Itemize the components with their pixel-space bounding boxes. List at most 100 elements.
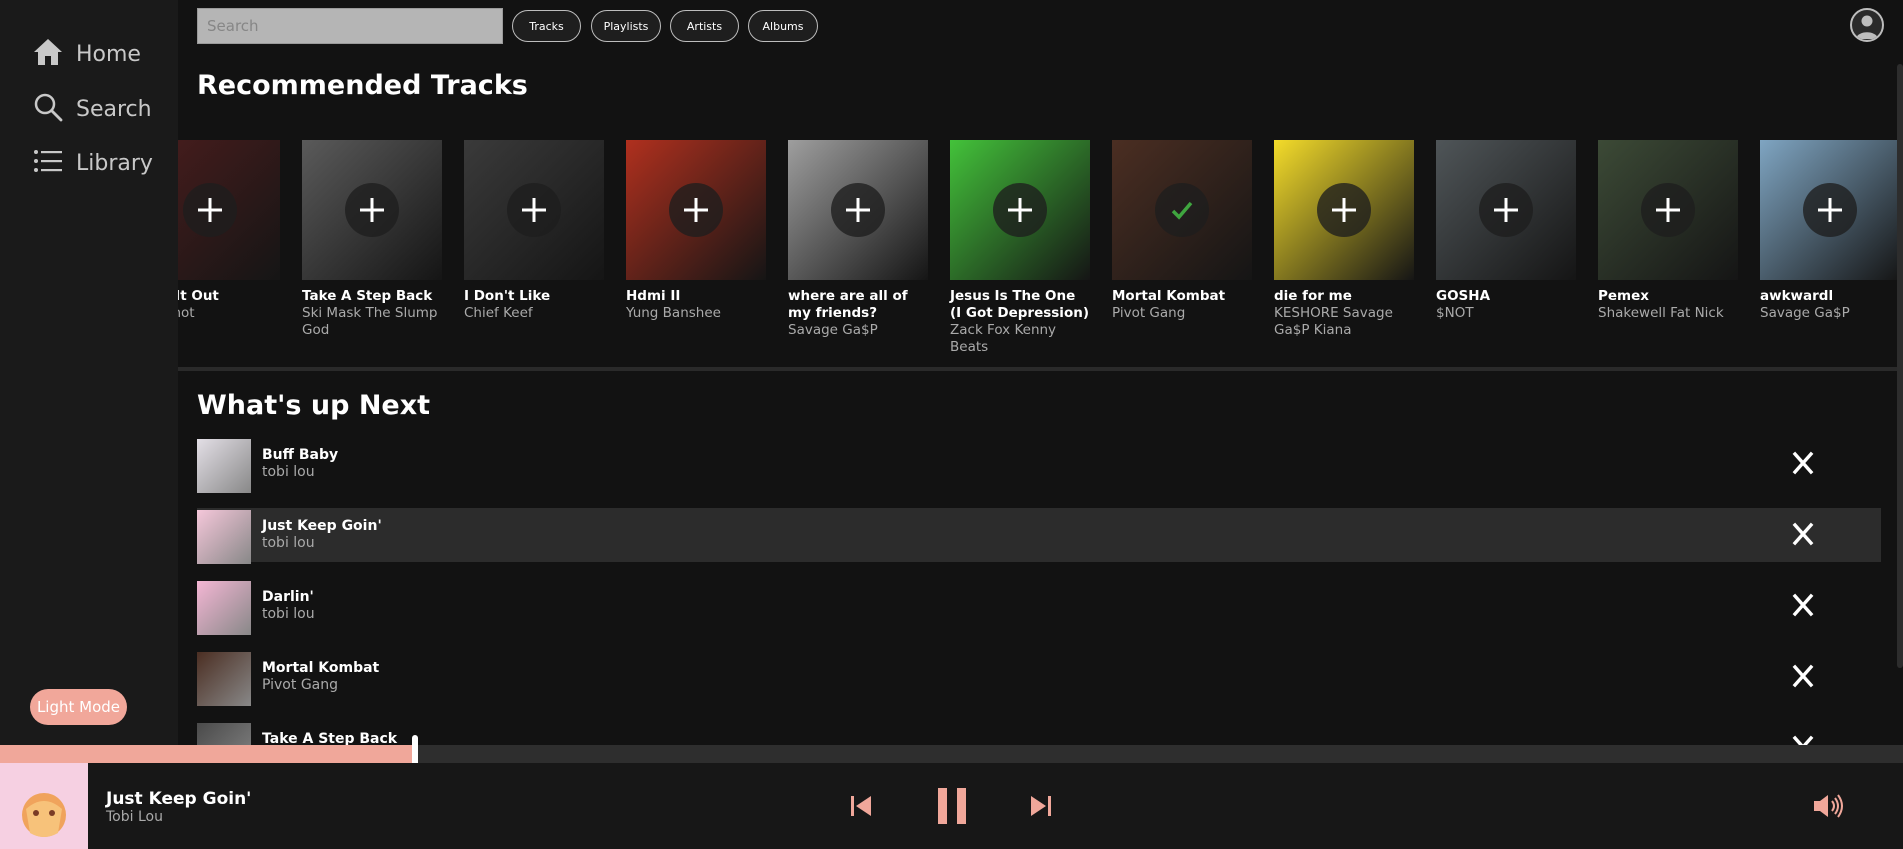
progress-fill <box>0 745 415 763</box>
remove-from-queue-button[interactable] <box>1787 447 1819 479</box>
add-to-queue-button[interactable] <box>993 183 1047 237</box>
search-icon <box>32 91 64 127</box>
track-card[interactable]: Hdmi II Yung Banshee <box>626 140 766 322</box>
close-icon <box>1792 593 1814 617</box>
recommended-tracks-row: Spit It OutSlipknotTake A Step BackSki M… <box>178 140 1897 370</box>
track-card[interactable]: GOSHA $NOT <box>1436 140 1576 322</box>
queue-track-title: Buff Baby <box>262 447 339 463</box>
track-title: Hdmi II <box>626 288 681 304</box>
now-playing-cover <box>0 763 88 849</box>
player-bar: Just Keep Goin' Tobi Lou <box>0 763 1903 849</box>
track-artist: Ski Mask The Slump God <box>302 305 438 338</box>
track-title: Take A Step Back <box>302 288 433 304</box>
track-card[interactable]: Jesus Is The One (I Got Depression) Zack … <box>950 140 1090 356</box>
queue-track-title: Darlin' <box>262 589 314 605</box>
track-card[interactable]: Pemex Shakewell Fat Nick <box>1598 140 1738 322</box>
now-playing-artist: Tobi Lou <box>106 809 163 825</box>
add-to-queue-button[interactable] <box>183 183 237 237</box>
sidebar: Home Search Library Light Mode <box>0 0 178 763</box>
album-cover <box>1598 140 1738 280</box>
queue-track-artist: Pivot Gang <box>262 677 339 693</box>
profile-avatar[interactable] <box>1850 8 1884 42</box>
remove-from-queue-button[interactable] <box>1787 518 1819 550</box>
track-card[interactable]: where are all of my friends? Savage Ga$P <box>788 140 928 339</box>
progress-bar[interactable] <box>0 735 1903 771</box>
pause-button[interactable] <box>936 788 968 828</box>
light-mode-button[interactable]: Light Mode <box>30 689 127 725</box>
now-playing-title: Just Keep Goin' <box>106 789 252 809</box>
library-icon <box>32 145 64 181</box>
track-artist: Chief Keef <box>464 305 533 321</box>
sidebar-item-search[interactable]: Search <box>32 91 152 127</box>
add-to-queue-button[interactable] <box>669 183 723 237</box>
skip-forward-icon <box>1031 796 1051 816</box>
track-title: Spit It Out <box>178 288 219 304</box>
filter-playlists-button[interactable]: Playlists <box>591 10 661 42</box>
track-title: Pemex <box>1598 288 1649 304</box>
volume-button[interactable] <box>1812 793 1844 823</box>
track-card[interactable]: awkwardl Savage Ga$P <box>1760 140 1897 322</box>
filter-tracks-button[interactable]: Tracks <box>512 10 581 42</box>
album-cover <box>1760 140 1897 280</box>
track-artist: Savage Ga$P <box>1760 305 1850 321</box>
track-card[interactable]: Mortal Kombat Pivot Gang <box>1112 140 1252 322</box>
album-cover <box>1274 140 1414 280</box>
queue-track-title: Just Keep Goin' <box>262 518 382 534</box>
add-to-queue-button[interactable] <box>507 183 561 237</box>
filter-artists-button[interactable]: Artists <box>670 10 739 42</box>
queue-track-artist: tobi lou <box>262 535 315 551</box>
remove-from-queue-button[interactable] <box>1787 660 1819 692</box>
queue-track-artist: tobi lou <box>262 464 315 480</box>
next-button[interactable] <box>1029 794 1053 822</box>
close-icon <box>1792 522 1814 546</box>
track-artist: Slipknot <box>178 305 195 321</box>
queue-row[interactable]: Darlin' tobi lou <box>197 579 1881 635</box>
track-title: GOSHA <box>1436 288 1491 304</box>
queue-row[interactable]: Buff Baby tobi lou <box>197 439 1881 493</box>
track-artist: Yung Banshee <box>626 305 721 321</box>
remove-from-queue-button[interactable] <box>1787 589 1819 621</box>
track-card[interactable]: I Don't Like Chief Keef <box>464 140 604 322</box>
track-title: Mortal Kombat <box>1112 288 1226 304</box>
recommended-heading: Recommended Tracks <box>197 70 528 101</box>
plus-icon <box>846 198 870 222</box>
added-button[interactable] <box>1155 183 1209 237</box>
sidebar-item-label: Home <box>76 41 141 67</box>
queue-track-title: Mortal Kombat <box>262 660 380 676</box>
add-to-queue-button[interactable] <box>831 183 885 237</box>
track-artist: Pivot Gang <box>1112 305 1186 321</box>
track-artist: Zack Fox Kenny Beats <box>950 322 1057 355</box>
track-title: awkwardl <box>1760 288 1834 304</box>
track-card[interactable]: Spit It OutSlipknot <box>178 140 280 322</box>
album-cover <box>950 140 1090 280</box>
plus-icon <box>1332 198 1356 222</box>
queue-row[interactable]: Just Keep Goin' tobi lou <box>197 508 1881 564</box>
previous-button[interactable] <box>849 794 873 822</box>
album-cover <box>464 140 604 280</box>
skip-back-icon <box>851 796 871 816</box>
sidebar-item-library[interactable]: Library <box>32 145 153 181</box>
check-icon <box>1171 201 1193 220</box>
filter-albums-button[interactable]: Albums <box>748 10 818 42</box>
plus-icon <box>1494 198 1518 222</box>
track-title: die for me <box>1274 288 1352 304</box>
add-to-queue-button[interactable] <box>1479 183 1533 237</box>
track-card[interactable]: Take A Step Back Ski Mask The Slump God <box>302 140 442 339</box>
add-to-queue-button[interactable] <box>345 183 399 237</box>
search-input[interactable] <box>197 8 503 44</box>
plus-icon <box>360 198 384 222</box>
add-to-queue-button[interactable] <box>1641 183 1695 237</box>
track-card[interactable]: die for me KESHORE Savage Ga$P Kiana <box>1274 140 1414 339</box>
queue-thumbnail <box>197 581 251 635</box>
plus-icon <box>1656 198 1680 222</box>
track-artist: Shakewell Fat Nick <box>1598 305 1724 321</box>
user-icon <box>1856 15 1878 39</box>
pause-icon <box>938 788 966 824</box>
queue-row[interactable]: Mortal Kombat Pivot Gang <box>197 650 1881 706</box>
add-to-queue-button[interactable] <box>1803 183 1857 237</box>
page-scrollbar[interactable] <box>1897 64 1903 668</box>
sidebar-item-home[interactable]: Home <box>32 36 141 72</box>
section-divider <box>178 367 1897 371</box>
add-to-queue-button[interactable] <box>1317 183 1371 237</box>
queue-thumbnail <box>197 652 251 706</box>
